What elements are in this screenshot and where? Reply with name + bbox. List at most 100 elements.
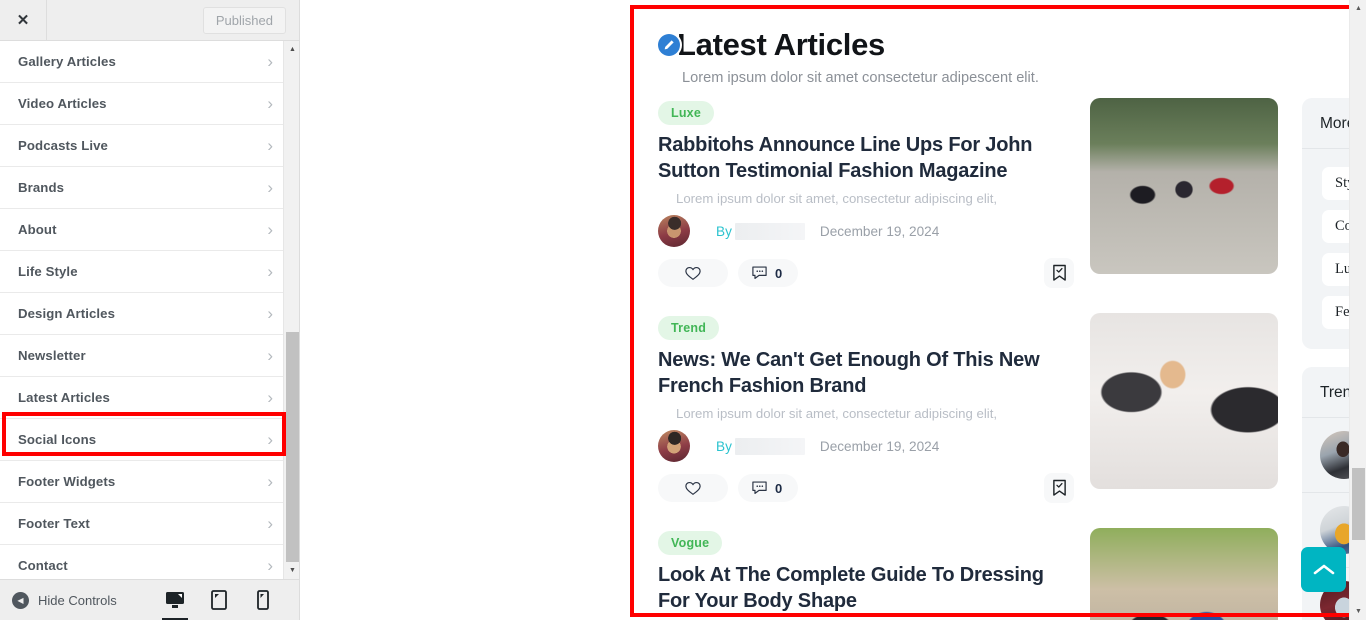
published-button[interactable]: Published [202,6,286,34]
comment-count: 0 [775,265,783,281]
sidebar-topbar: ✕ Published [0,0,300,41]
sidebar-item-label: Podcasts Live [18,138,108,153]
chevron-right-icon: › [267,52,273,71]
author-name[interactable] [734,437,805,455]
sidebar-item-latest-articles[interactable]: Latest Articles › [0,377,289,419]
article-actions: 0 [658,258,1074,289]
sidebar-item-label: Life Style [18,264,78,279]
sidebar-menu-list: Gallery Articles › Video Articles › Podcasts… [0,41,300,579]
sidebar-item-gallery-articles[interactable]: Gallery Articles › [0,41,289,83]
customizer-sidebar: ✕ Published Gallery Articles › Video Artic… [0,0,300,620]
article-actions: 0 [658,473,1074,504]
article-title[interactable]: News: We Can't Get Enough Of This New Fr… [658,348,1074,399]
chevron-right-icon: › [267,346,273,365]
article-date: December 19, 2024 [819,438,940,454]
page-scroll-up-icon[interactable]: ▲ [1350,0,1366,17]
article-title[interactable]: Rabbitohs Announce Line Ups For John Sut… [658,133,1074,184]
comment-button[interactable]: 0 [738,474,799,503]
article-excerpt: Lorem ipsum dolor sit amet, consectetur … [676,406,998,422]
hide-controls-button[interactable]: ◀ Hide Controls [12,591,117,609]
comment-count: 0 [775,480,783,496]
scroll-down-icon[interactable]: ▼ [284,562,300,579]
chevron-right-icon: › [267,136,273,155]
comment-button[interactable]: 0 [738,259,799,288]
page-subtitle: Lorem ipsum dolor sit amet consectetur a… [682,70,1039,86]
sidebar-item-design-articles[interactable]: Design Articles › [0,293,289,335]
sidebar-item-label: Social Icons [18,432,97,447]
page-scrollbar[interactable]: ▲ ▼ [1349,0,1366,620]
sidebar-menu-inner: Gallery Articles › Video Articles › Podcasts… [0,41,289,579]
article-excerpt: Lorem ipsum dolor sit amet, consectetur … [676,191,998,207]
like-button[interactable] [658,474,728,503]
sidebar-item-label: Latest Articles [18,390,110,405]
article-card[interactable]: Vogue Look At The Complete Guide To Dress… [658,528,1278,620]
by-label: By [716,223,732,239]
chevron-right-icon: › [267,220,273,239]
article-thumbnail[interactable] [1090,528,1278,620]
mobile-icon[interactable] [252,589,274,611]
sidebar-item-podcasts-live[interactable]: Podcasts Live › [0,125,289,167]
desktop-icon[interactable] [162,589,188,620]
article-thumbnail[interactable] [1090,98,1278,274]
article-title[interactable]: Look At The Complete Guide To Dressing F… [658,563,1074,614]
article-thumbnail[interactable] [1090,313,1278,490]
sidebar-topbar-right: Published [46,0,300,40]
chevron-right-icon: › [267,472,273,491]
chevron-right-icon: › [267,304,273,323]
article-card[interactable]: Trend News: We Can't Get Enough Of This N… [658,313,1278,516]
article-body: Trend News: We Can't Get Enough Of This N… [658,313,1074,504]
sidebar-item-label: Newsletter [18,348,86,363]
sidebar-scrollbar[interactable]: ▲ ▼ [283,41,300,579]
by-label: By [716,438,732,454]
page-scrollbar-thumb[interactable] [1352,468,1365,540]
scroll-to-top-button[interactable] [1301,547,1346,592]
article-body: Vogue Look At The Complete Guide To Dress… [658,528,1074,620]
article-tag-badge[interactable]: Luxe [658,101,714,125]
page-title: Latest Articles [677,27,885,62]
chevron-right-icon: › [267,94,273,113]
sidebar-item-label: About [18,222,57,237]
like-button[interactable] [658,259,728,288]
sidebar-footer: ◀ Hide Controls [0,579,300,620]
collapse-arrow-icon: ◀ [12,591,29,609]
page-scroll-down-icon[interactable]: ▼ [1350,603,1366,620]
author-avatar [658,215,690,248]
author-name[interactable] [734,222,805,240]
customizer-app: ✕ Published Gallery Articles › Video Artic… [0,0,1366,620]
sidebar-item-social-icons[interactable]: Social Icons › [0,419,289,461]
tablet-icon[interactable] [208,589,230,611]
sidebar-item-label: Gallery Articles [18,54,116,69]
sidebar-item-label: Video Articles [18,96,107,111]
chevron-right-icon: › [267,262,273,281]
sidebar-divider [299,0,300,620]
bookmark-button[interactable] [1044,258,1074,289]
article-meta: By December 19, 2024 [658,215,1074,248]
sidebar-item-label: Footer Widgets [18,474,116,489]
close-icon[interactable]: ✕ [0,0,46,40]
sidebar-item-footer-widgets[interactable]: Footer Widgets › [0,461,289,503]
chevron-right-icon: › [267,178,273,197]
sidebar-item-footer-text[interactable]: Footer Text › [0,503,289,545]
page-header: Latest Articles Lorem ipsum dolor sit am… [634,9,1366,86]
sidebar-item-contact[interactable]: Contact › [0,545,289,579]
chevron-right-icon: › [267,388,273,407]
sidebar-item-life-style[interactable]: Life Style › [0,251,289,293]
article-tag-badge[interactable]: Trend [658,316,720,341]
sidebar-item-about[interactable]: About › [0,209,289,251]
scroll-up-icon[interactable]: ▲ [284,41,300,58]
sidebar-item-label: Footer Text [18,516,90,531]
site-preview: Latest Articles Lorem ipsum dolor sit am… [300,0,1366,620]
bookmark-button[interactable] [1044,473,1074,504]
article-meta: By December 19, 2024 [658,430,1074,463]
pencil-icon[interactable] [658,34,680,56]
sidebar-item-video-articles[interactable]: Video Articles › [0,83,289,125]
sidebar-scrollbar-thumb[interactable] [286,332,299,568]
chevron-right-icon: › [267,430,273,449]
hide-controls-label: Hide Controls [38,592,117,608]
article-card[interactable]: Luxe Rabbitohs Announce Line Ups For John… [658,98,1278,301]
article-tag-badge[interactable]: Vogue [658,531,723,556]
sidebar-item-newsletter[interactable]: Newsletter › [0,335,289,377]
chevron-right-icon: › [267,514,273,533]
sidebar-item-brands[interactable]: Brands › [0,167,289,209]
sidebar-item-label: Contact [18,558,68,573]
